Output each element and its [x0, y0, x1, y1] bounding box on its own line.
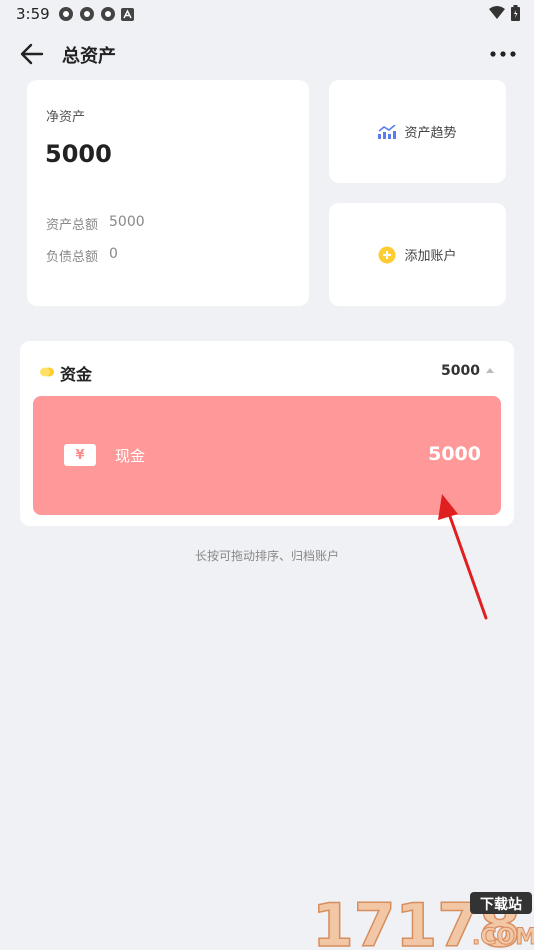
- collapse-caret-icon[interactable]: [486, 368, 494, 373]
- cash-account-name: 现金: [115, 447, 146, 465]
- battery-icon: [511, 5, 520, 21]
- total-assets-value: 5000: [109, 214, 145, 230]
- total-liabilities-value: 0: [109, 246, 118, 262]
- wifi-icon: [489, 6, 505, 19]
- total-liabilities-label: 负债总额: [46, 250, 99, 265]
- more-dots-icon: [490, 51, 516, 57]
- net-assets-value: 5000: [45, 140, 112, 168]
- add-account-button[interactable]: 添加账户: [329, 203, 506, 306]
- trend-chart-icon: [378, 124, 397, 139]
- yuan-icon: ¥: [64, 444, 96, 466]
- asset-trend-button[interactable]: 资产趋势: [329, 80, 506, 183]
- add-account-label: 添加账户: [404, 249, 457, 264]
- fund-group-title: 资金: [60, 365, 93, 384]
- fund-group-total[interactable]: 5000: [441, 363, 480, 379]
- header: 总资产: [0, 32, 534, 76]
- fund-coin-icon: [40, 367, 54, 377]
- system-icons: [489, 5, 520, 21]
- more-options-button[interactable]: [488, 42, 518, 66]
- net-assets-card: 净资产 5000 资产总额 5000 负债总额 0: [27, 80, 309, 306]
- status-bar: 3:59: [0, 0, 534, 28]
- app-notification-icon: [101, 7, 115, 21]
- asset-trend-label: 资产趋势: [404, 126, 457, 141]
- font-notification-icon: [121, 7, 134, 21]
- net-assets-label: 净资产: [46, 110, 86, 125]
- app-notification-icon: [59, 7, 73, 21]
- app-notification-icon: [80, 7, 94, 21]
- back-arrow-icon: [20, 43, 44, 65]
- status-time: 3:59: [16, 5, 50, 23]
- annotation-arrow-icon: [438, 494, 488, 620]
- total-assets-label: 资产总额: [46, 218, 99, 233]
- add-circle-icon: [378, 246, 396, 263]
- notification-icons: [58, 6, 134, 22]
- back-button[interactable]: [18, 40, 48, 68]
- watermark-badge: 下载站: [480, 896, 522, 913]
- watermark-domain: .COM: [472, 925, 534, 950]
- site-watermark-logo: 17178 下载站 .COM: [312, 890, 534, 950]
- page-title: 总资产: [62, 46, 116, 67]
- cash-account-balance: 5000: [428, 443, 481, 465]
